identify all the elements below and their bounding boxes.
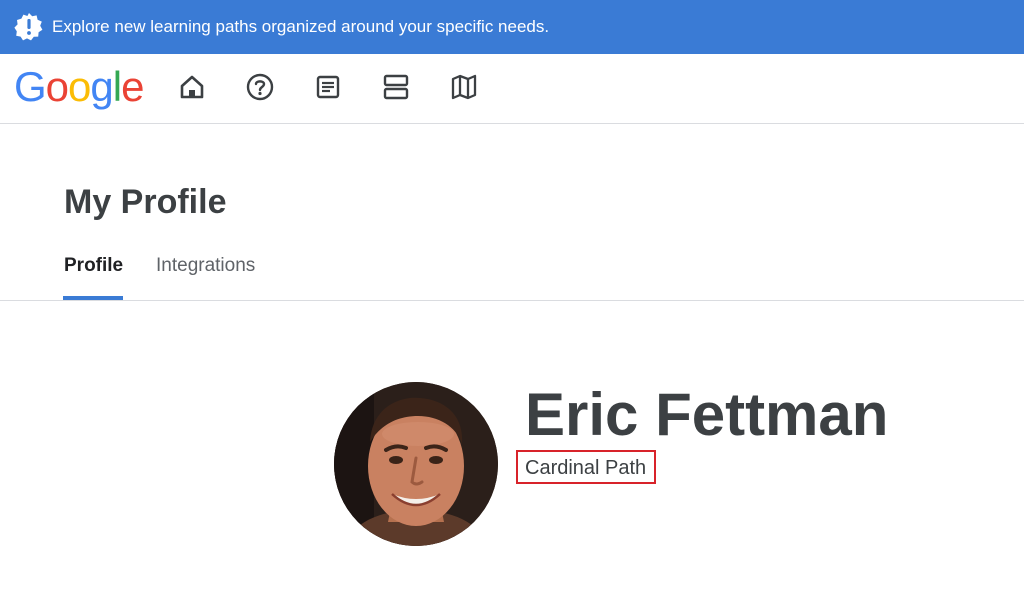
logo-letter: o	[45, 63, 69, 110]
logo-letter: e	[121, 63, 144, 110]
alert-badge-icon	[14, 12, 44, 42]
divider	[0, 300, 1024, 301]
avatar	[334, 382, 498, 546]
help-icon[interactable]	[245, 72, 275, 102]
layout-icon[interactable]	[381, 72, 411, 102]
tab-profile[interactable]: Profile	[64, 254, 123, 278]
page-title: My Profile	[64, 183, 227, 221]
profile-page: Explore new learning paths organized aro…	[0, 0, 1024, 595]
logo-letter: l	[112, 63, 122, 110]
top-navigation: Google	[0, 54, 1024, 124]
article-icon[interactable]	[313, 72, 343, 102]
banner-text: Explore new learning paths organized aro…	[52, 17, 550, 36]
map-icon[interactable]	[449, 72, 479, 102]
announcement-banner[interactable]: Explore new learning paths organized aro…	[0, 0, 1024, 54]
profile-name: Eric Fettman	[525, 381, 889, 448]
logo-letter: o	[68, 63, 91, 110]
home-icon[interactable]	[177, 72, 207, 102]
logo-letter: g	[90, 63, 113, 110]
logo-letter: G	[14, 63, 47, 110]
company-name: Cardinal Path	[525, 457, 647, 479]
tab-integrations[interactable]: Integrations	[156, 254, 255, 278]
google-logo[interactable]: Google	[14, 62, 144, 112]
